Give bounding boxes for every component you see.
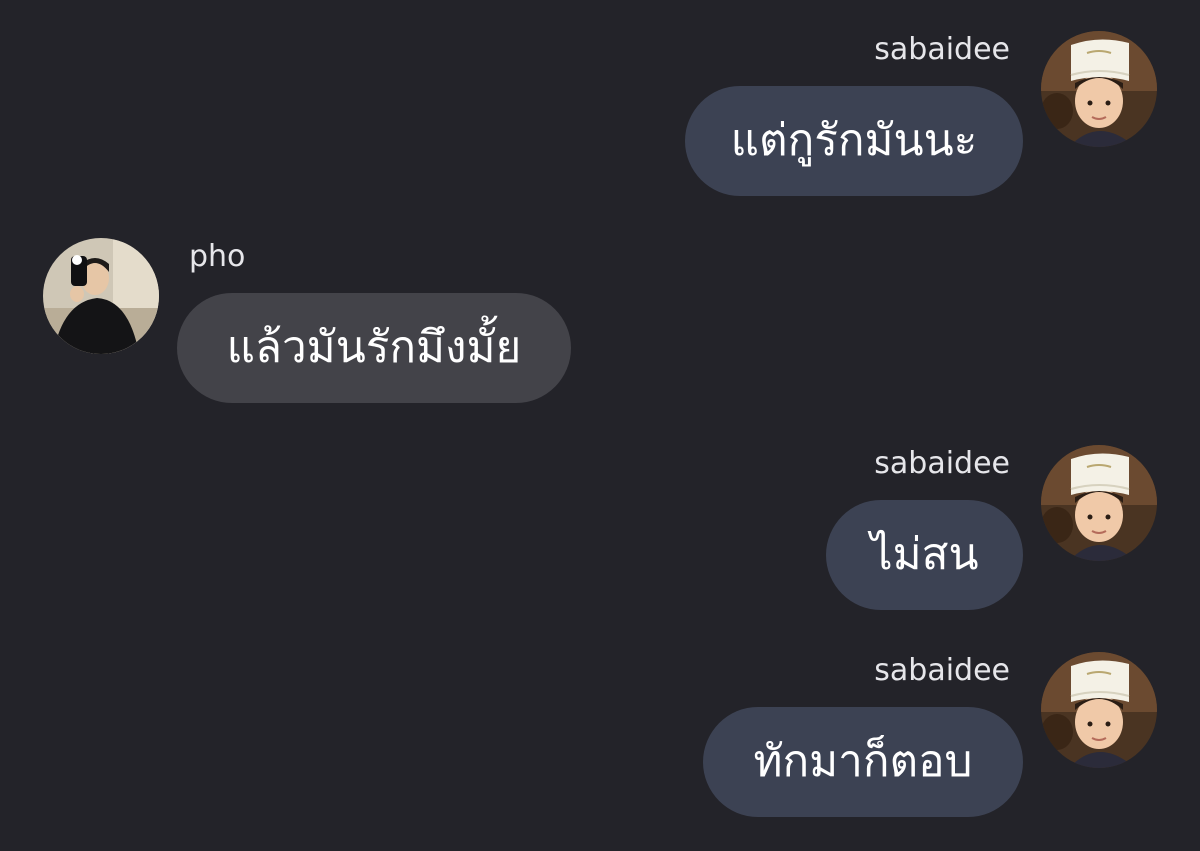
message-bubble[interactable]: ไม่สน	[826, 500, 1023, 610]
avatar[interactable]	[1041, 31, 1157, 147]
child-paper-hat-avatar-icon	[1041, 31, 1157, 147]
avatar[interactable]	[1041, 445, 1157, 561]
avatar[interactable]	[43, 238, 159, 354]
mirror-selfie-avatar-icon	[43, 238, 159, 354]
chat-thread: sabaidee แต่กูรักมันนะ pho แล้วมันรักมึง…	[0, 0, 1200, 851]
child-paper-hat-avatar-icon	[1041, 445, 1157, 561]
sender-name: sabaidee	[874, 446, 1010, 481]
sender-name: pho	[189, 239, 246, 274]
avatar[interactable]	[1041, 652, 1157, 768]
sender-name: sabaidee	[874, 653, 1010, 688]
message-bubble[interactable]: แต่กูรักมันนะ	[685, 86, 1023, 196]
message-bubble[interactable]: ทักมาก็ตอบ	[703, 707, 1023, 817]
message-bubble[interactable]: แล้วมันรักมึงมั้ย	[177, 293, 571, 403]
sender-name: sabaidee	[874, 32, 1010, 67]
child-paper-hat-avatar-icon	[1041, 652, 1157, 768]
